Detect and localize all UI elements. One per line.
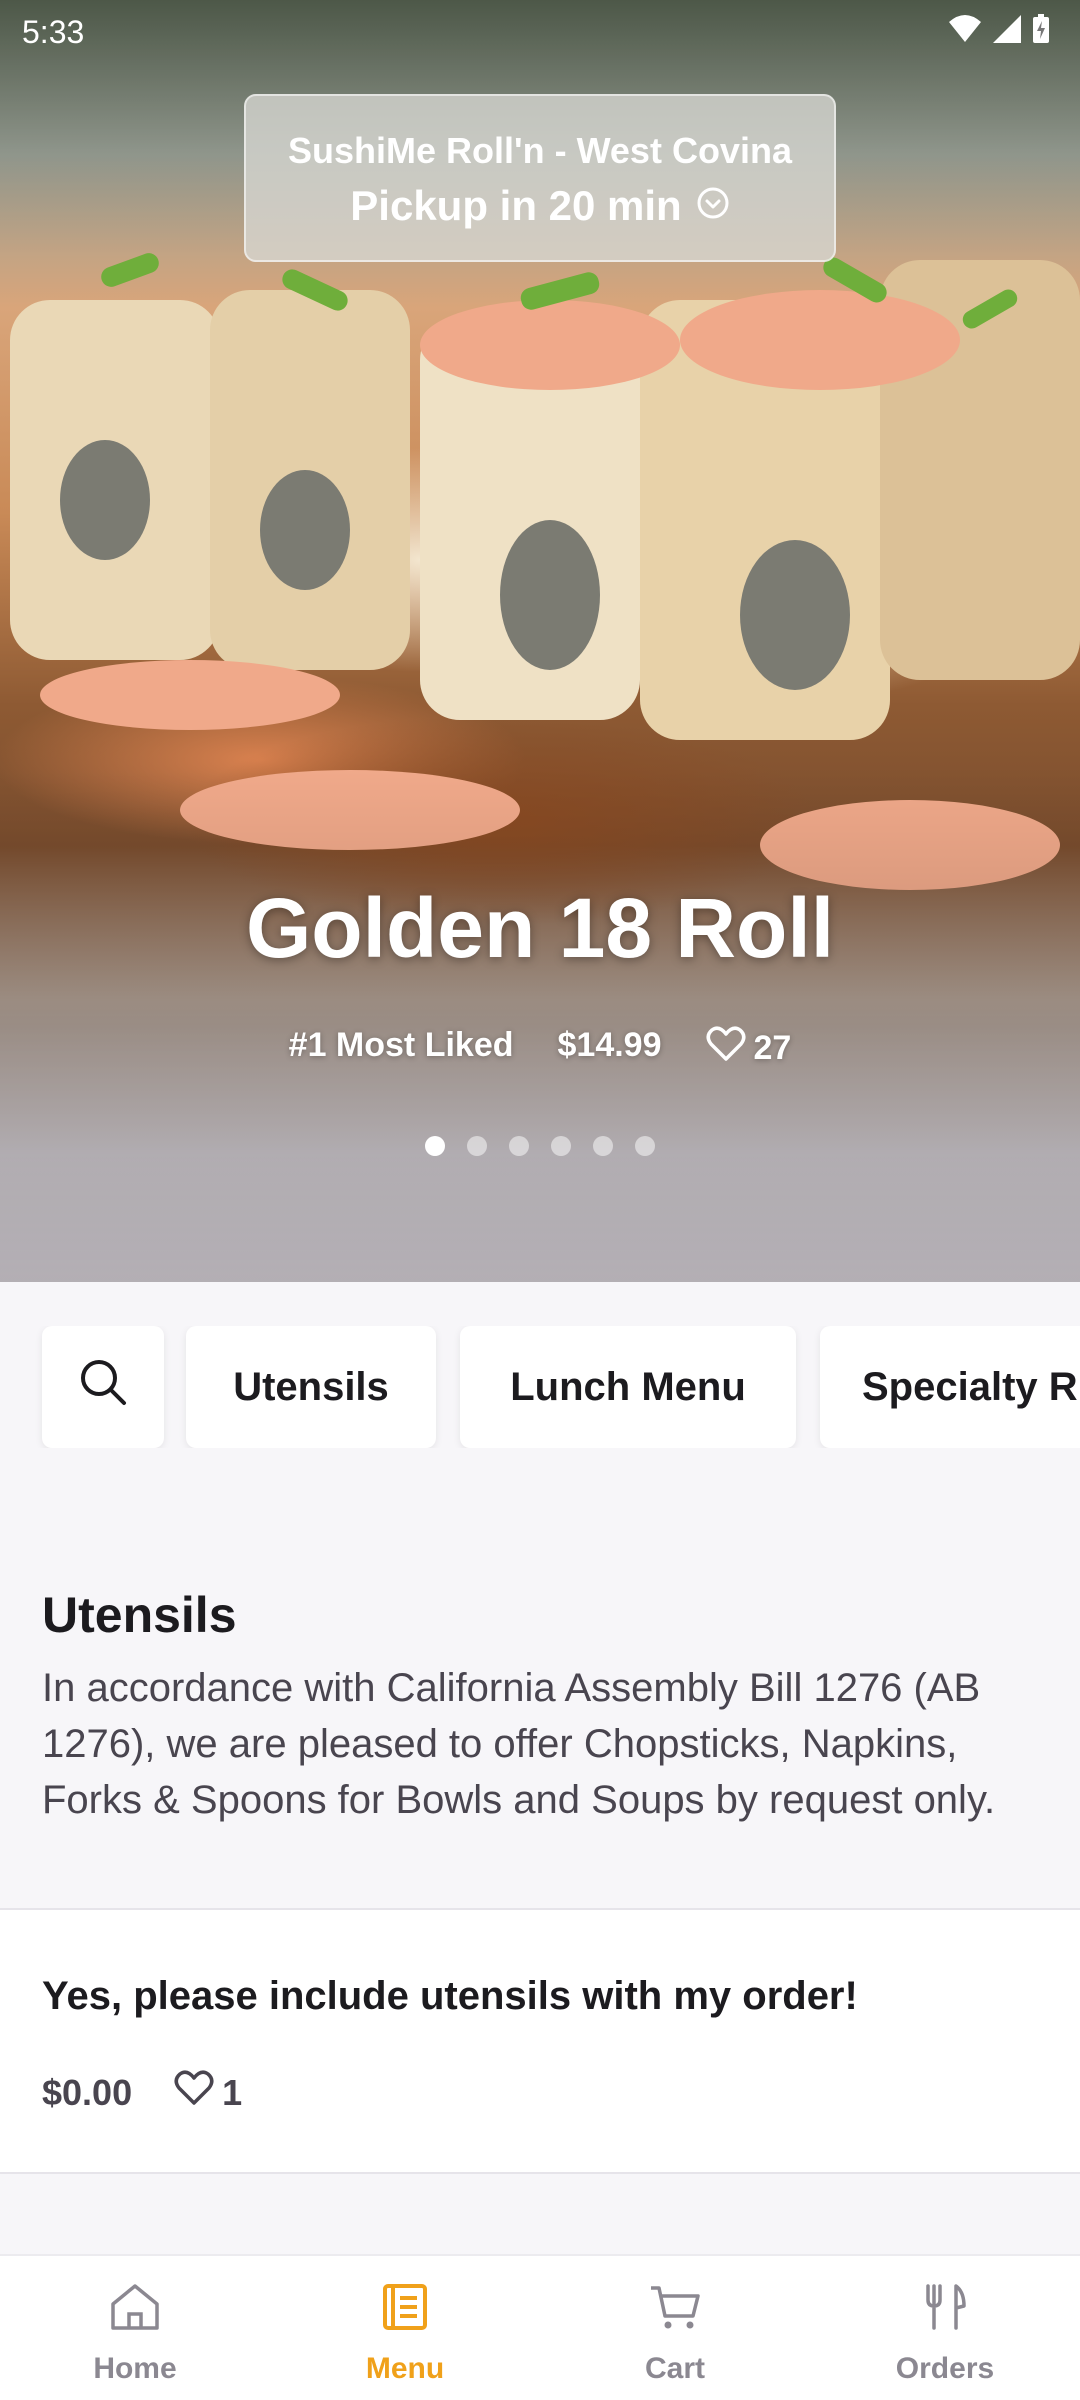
pickup-time: Pickup in 20 min bbox=[350, 182, 682, 229]
chevron-down-circle-icon bbox=[696, 182, 730, 230]
hero-item-title: Golden 18 Roll bbox=[245, 881, 835, 975]
menu-item-name: Yes, please include utensils with my ord… bbox=[42, 1974, 858, 2018]
store-name: SushiMe Roll'n - West Covina bbox=[288, 130, 792, 171]
category-tab-utensils[interactable]: Utensils bbox=[186, 1326, 436, 1448]
signal-icon bbox=[992, 14, 1022, 49]
nav-orders[interactable]: Orders bbox=[810, 2256, 1080, 2400]
status-time: 5:33 bbox=[22, 14, 85, 50]
nav-menu-label: Menu bbox=[365, 2352, 445, 2385]
nav-orders-label: Orders bbox=[895, 2352, 995, 2385]
heart-icon bbox=[174, 2070, 214, 2115]
hero-banner[interactable]: 5:33 SushiMe Roll'n - West Covina Pickup… bbox=[0, 0, 1080, 1282]
menu-item-likes: 1 bbox=[174, 2070, 242, 2115]
utensils-icon bbox=[920, 2282, 970, 2340]
battery-icon bbox=[1032, 14, 1050, 49]
carousel-dot[interactable] bbox=[425, 1136, 445, 1156]
menu-icon bbox=[380, 2282, 430, 2340]
nav-home-label: Home bbox=[93, 2352, 177, 2385]
home-icon bbox=[107, 2282, 163, 2340]
nav-cart-label: Cart bbox=[644, 2352, 705, 2385]
nav-cart[interactable]: Cart bbox=[540, 2256, 810, 2400]
menu-item-card[interactable]: Yes, please include utensils with my ord… bbox=[0, 1908, 1080, 2174]
bottom-navigation: Home Menu Cart Orders bbox=[0, 2254, 1080, 2400]
carousel-dot[interactable] bbox=[635, 1136, 655, 1156]
status-bar: 5:33 bbox=[0, 0, 1080, 64]
cart-icon bbox=[647, 2282, 703, 2340]
nav-home[interactable]: Home bbox=[0, 2256, 270, 2400]
nav-menu[interactable]: Menu bbox=[270, 2256, 540, 2400]
section-title: Utensils bbox=[42, 1587, 237, 1643]
menu-item-like-count: 1 bbox=[222, 2071, 243, 2113]
hero-likes: 27 bbox=[706, 1026, 792, 1071]
carousel-dot[interactable] bbox=[551, 1136, 571, 1156]
search-icon bbox=[77, 1356, 129, 1418]
wifi-icon bbox=[948, 14, 982, 49]
hero-like-count: 27 bbox=[753, 1029, 792, 1067]
heart-icon bbox=[706, 1026, 746, 1071]
hero-item-meta: #1 Most Liked $14.99 27 bbox=[0, 1026, 1080, 1071]
carousel-dot[interactable] bbox=[593, 1136, 613, 1156]
store-selector[interactable]: SushiMe Roll'n - West Covina Pickup in 2… bbox=[244, 94, 836, 262]
carousel-dot[interactable] bbox=[467, 1136, 487, 1156]
category-tabs: Utensils Lunch Menu Specialty R bbox=[0, 1326, 1080, 1448]
category-tab-lunch-menu[interactable]: Lunch Menu bbox=[460, 1326, 796, 1448]
menu-item-price: $0.00 bbox=[42, 2071, 133, 2113]
section-description: In accordance with California Assembly B… bbox=[42, 1666, 996, 1822]
carousel-indicator[interactable] bbox=[0, 1136, 1080, 1156]
category-tab-specialty-rolls[interactable]: Specialty R bbox=[820, 1326, 1080, 1448]
hero-price: $14.99 bbox=[557, 1026, 662, 1064]
carousel-dot[interactable] bbox=[509, 1136, 529, 1156]
search-button[interactable] bbox=[42, 1326, 164, 1448]
hero-rank: #1 Most Liked bbox=[288, 1026, 514, 1064]
